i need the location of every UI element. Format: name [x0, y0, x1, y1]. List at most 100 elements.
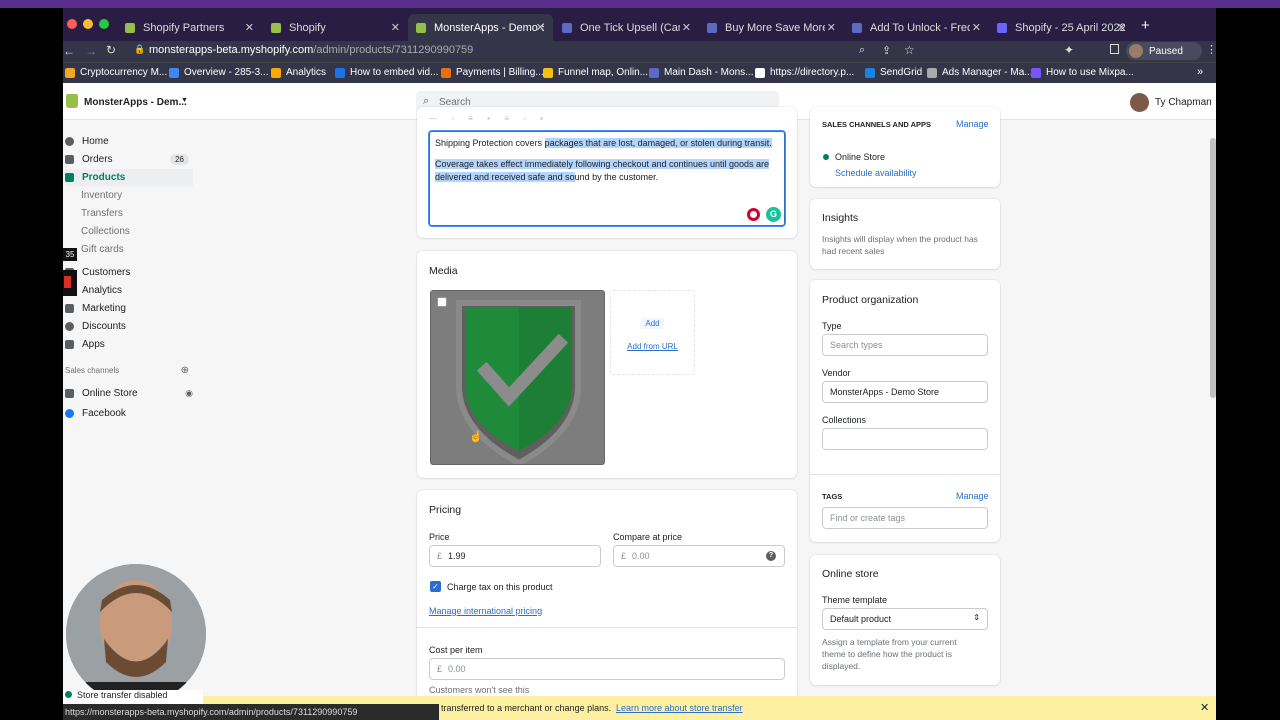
close-tab-icon[interactable]: ✕: [391, 21, 400, 34]
store-transfer-learn-more-link[interactable]: Learn more about store transfer: [616, 703, 743, 713]
browser-tab[interactable]: Add To Unlock - Frequen ✕: [844, 14, 989, 41]
sidebar-channel-online-store[interactable]: Online Store ◉: [65, 385, 193, 402]
cost-per-item-input[interactable]: £0.00: [429, 658, 785, 680]
bookmark-item[interactable]: Ads Manager - Ma...: [927, 67, 1033, 78]
close-window-button[interactable]: [67, 19, 77, 29]
charge-tax-checkbox[interactable]: ✓: [430, 581, 441, 592]
tags-title: TAGS: [822, 492, 843, 501]
pricing-card: Pricing Price £1.99 Compare at price £0.…: [417, 490, 797, 720]
avatar[interactable]: [1130, 93, 1149, 112]
browser-tab-active[interactable]: MonsterApps - Demo Sto ✕: [408, 14, 553, 41]
grammarly-icon[interactable]: G: [766, 207, 781, 222]
add-channel-icon[interactable]: ⊕: [181, 365, 189, 376]
bookmark-favicon-icon: [543, 67, 553, 78]
forward-icon[interactable]: →: [85, 44, 97, 58]
share-icon[interactable]: ⇪: [882, 44, 891, 57]
minimize-window-button[interactable]: [83, 19, 93, 29]
scrollbar-thumb[interactable]: [1210, 138, 1216, 398]
new-tab-button[interactable]: +: [1141, 17, 1150, 34]
bookmark-item[interactable]: https://directory.p...: [755, 67, 854, 78]
bookmark-item[interactable]: How to use Mixpa...: [1031, 67, 1134, 78]
bookmark-item[interactable]: Main Dash - Mons...: [649, 67, 753, 78]
tab-label: Add To Unlock - Frequen: [870, 21, 970, 34]
browser-tab[interactable]: Shopify Partners ✕: [117, 14, 262, 41]
sidebar-item-label: Transfers: [81, 208, 123, 219]
manage-channels-link[interactable]: Manage: [956, 119, 989, 129]
browser-tab[interactable]: Buy More Save More (Ca ✕: [699, 14, 844, 41]
tags-input[interactable]: Find or create tags: [822, 507, 988, 529]
sidebar-channel-facebook[interactable]: Facebook: [65, 405, 193, 422]
sidebar-item-home[interactable]: Home: [65, 133, 193, 150]
description-editor[interactable]: Shipping Protection covers packages that…: [429, 131, 785, 226]
sidebar-item-inventory[interactable]: Inventory: [81, 187, 209, 204]
sidebar-item-transfers[interactable]: Transfers: [81, 205, 209, 222]
profile-button[interactable]: Paused: [1126, 42, 1202, 60]
manage-international-pricing-link[interactable]: Manage international pricing: [429, 606, 542, 616]
menu-kebab-icon[interactable]: ⋮: [1206, 43, 1217, 56]
browser-tab[interactable]: Shopify ✕: [263, 14, 408, 41]
price-input[interactable]: £1.99: [429, 545, 601, 567]
chevron-down-icon[interactable]: ▼: [181, 97, 188, 104]
close-tab-icon[interactable]: ✕: [827, 21, 836, 34]
theme-template-select[interactable]: Default product ⇕: [822, 608, 988, 630]
sidebar-item-products[interactable]: Products: [65, 169, 193, 186]
sidebar-item-gift-cards[interactable]: Gift cards: [81, 241, 209, 258]
image-select-checkbox[interactable]: [437, 297, 447, 307]
media-dropzone[interactable]: Add Add from URL: [610, 290, 695, 375]
collections-input[interactable]: [822, 428, 988, 450]
vendor-value: MonsterApps - Demo Store: [830, 387, 940, 397]
url-field[interactable]: monsterapps-beta.myshopify.com/admin/pro…: [149, 44, 473, 56]
bookmark-favicon-icon: [649, 67, 659, 78]
user-name[interactable]: Ty Chapman: [1155, 97, 1212, 108]
store-name[interactable]: MonsterApps - Dem...: [84, 97, 187, 108]
insights-title: Insights: [822, 212, 859, 224]
bookmark-item[interactable]: Funnel map, Onlin...: [543, 67, 648, 78]
extensions-icon[interactable]: ✦: [1064, 43, 1074, 57]
browser-tab[interactable]: Shopify - 25 April 2022 ✕: [989, 14, 1134, 41]
bookmark-item[interactable]: Cryptocurrency M...: [65, 67, 167, 78]
browser-tab[interactable]: One Tick Upsell (Campai ✕: [554, 14, 699, 41]
bookmark-label: https://directory.p...: [770, 67, 855, 78]
currency-symbol: £: [437, 551, 443, 561]
sidebar-item-analytics[interactable]: Analytics: [65, 282, 193, 299]
sidebar-item-marketing[interactable]: Marketing: [65, 300, 193, 317]
sidebar-item-orders[interactable]: Orders 26: [65, 151, 193, 168]
add-media-button[interactable]: Add: [641, 318, 664, 329]
sidebar-toggle-icon[interactable]: [1110, 44, 1119, 54]
back-icon[interactable]: ←: [63, 44, 75, 58]
compare-price-input[interactable]: £0.00 ?: [613, 545, 785, 567]
bookmark-item[interactable]: How to embed vid...: [335, 67, 438, 78]
vendor-input[interactable]: MonsterApps - Demo Store: [822, 381, 988, 403]
sidebar-item-discounts[interactable]: Discounts: [65, 318, 193, 335]
help-icon[interactable]: ?: [766, 551, 776, 561]
sidebar-item-collections[interactable]: Collections: [81, 223, 209, 240]
bookmark-item[interactable]: Analytics: [271, 67, 326, 78]
view-store-eye-icon[interactable]: ◉: [185, 388, 193, 399]
bookmark-item[interactable]: SendGrid: [865, 67, 922, 78]
schedule-availability-link[interactable]: Schedule availability: [835, 168, 917, 178]
sidebar-item-customers[interactable]: Customers: [65, 264, 193, 281]
discounts-icon: [65, 322, 74, 331]
maximize-window-button[interactable]: [99, 19, 109, 29]
close-tab-icon[interactable]: ✕: [1117, 21, 1126, 34]
more-bookmarks-icon[interactable]: »: [1197, 66, 1203, 78]
description-paragraph: Shipping Protection covers packages that…: [435, 137, 779, 150]
product-image[interactable]: [430, 290, 605, 465]
grammarly-target-icon[interactable]: [747, 208, 760, 221]
sidebar-item-apps[interactable]: Apps: [65, 336, 193, 353]
close-tab-icon[interactable]: ✕: [972, 21, 981, 34]
bookmark-item[interactable]: Payments | Billing...: [441, 67, 544, 78]
bookmark-star-icon[interactable]: ☆: [904, 43, 915, 57]
manage-tags-link[interactable]: Manage: [956, 491, 989, 501]
close-banner-icon[interactable]: ✕: [1200, 701, 1209, 714]
type-input[interactable]: Search types: [822, 334, 988, 356]
bookmark-label: SendGrid: [880, 67, 923, 78]
zoom-icon[interactable]: ⌕: [859, 44, 865, 57]
sidebar-item-label: Collections: [81, 226, 130, 237]
bookmark-item[interactable]: Overview - 285-3...: [169, 67, 268, 78]
close-tab-icon[interactable]: ✕: [536, 21, 545, 34]
reload-icon[interactable]: ↻: [106, 43, 116, 57]
close-tab-icon[interactable]: ✕: [245, 21, 254, 34]
add-from-url-link[interactable]: Add from URL: [611, 342, 694, 351]
close-tab-icon[interactable]: ✕: [682, 21, 691, 34]
